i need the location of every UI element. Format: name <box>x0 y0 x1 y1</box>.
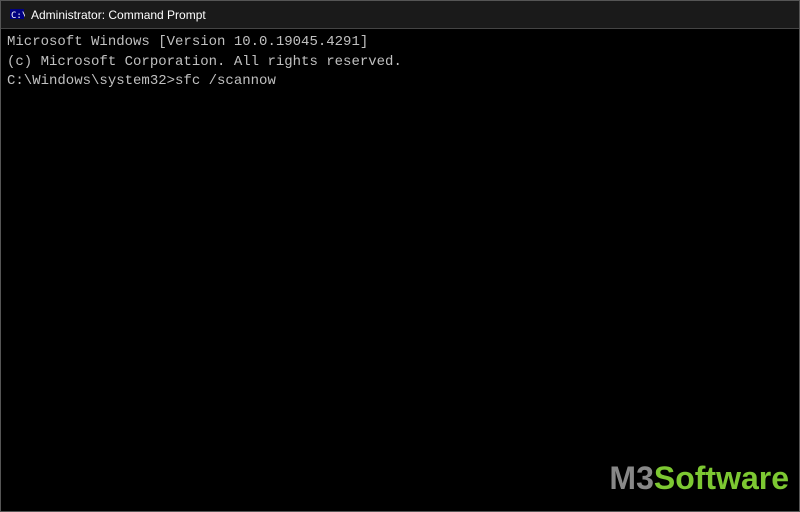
terminal-line: C:\Windows\system32>sfc /scannow <box>7 72 793 92</box>
terminal-output: Microsoft Windows [Version 10.0.19045.42… <box>7 33 793 92</box>
window-title: Administrator: Command Prompt <box>31 8 206 22</box>
terminal-line: (c) Microsoft Corporation. All rights re… <box>7 53 793 73</box>
watermark-software: Software <box>654 456 789 501</box>
watermark-logo: M3 Software <box>609 456 789 501</box>
watermark-m3: M3 <box>609 456 653 501</box>
titlebar: C:\ Administrator: Command Prompt <box>1 1 799 29</box>
window: C:\ Administrator: Command Prompt Micros… <box>0 0 800 512</box>
svg-text:C:\: C:\ <box>11 11 25 21</box>
cmd-icon: C:\ <box>9 7 25 23</box>
terminal-line: Microsoft Windows [Version 10.0.19045.42… <box>7 33 793 53</box>
terminal-body[interactable]: Microsoft Windows [Version 10.0.19045.42… <box>1 29 799 511</box>
